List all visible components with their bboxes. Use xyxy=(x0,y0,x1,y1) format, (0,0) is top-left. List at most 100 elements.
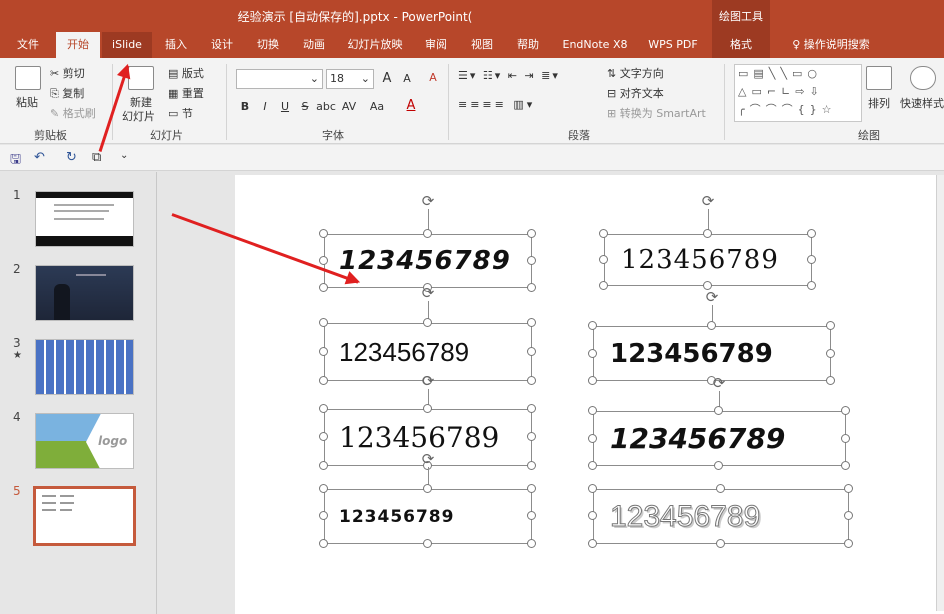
align-text-button[interactable]: ⊟ 对齐文本 xyxy=(607,85,664,101)
resize-handle[interactable] xyxy=(588,511,597,520)
resize-handle[interactable] xyxy=(319,432,328,441)
resize-handle[interactable] xyxy=(423,484,432,493)
text-box-content[interactable]: 123456789 xyxy=(605,235,811,285)
shadow-button[interactable]: abc xyxy=(314,100,338,113)
resize-handle[interactable] xyxy=(588,461,597,470)
tab-help[interactable]: 帮助 xyxy=(508,32,548,58)
arrange-button[interactable]: 排列 xyxy=(868,95,890,111)
tab-insert[interactable]: 插入 xyxy=(156,32,196,58)
text-box-content[interactable]: 123456789 xyxy=(594,490,848,543)
new-slide-dropdown[interactable]: 幻灯片 xyxy=(122,108,155,124)
change-case-button[interactable]: Aa xyxy=(366,100,388,113)
italic-button[interactable]: I xyxy=(256,100,274,113)
text-box[interactable]: 123456789 xyxy=(593,489,849,544)
resize-handle[interactable] xyxy=(841,461,850,470)
resize-handle[interactable] xyxy=(807,229,816,238)
paste-icon[interactable] xyxy=(15,66,41,90)
tab-file[interactable]: 文件 xyxy=(6,32,50,58)
chevron-down-icon[interactable]: ⌄ xyxy=(120,150,128,161)
resize-handle[interactable] xyxy=(423,404,432,413)
layout-button[interactable]: ▤ 版式 xyxy=(168,65,204,81)
shrink-font-button[interactable]: A xyxy=(398,72,416,85)
resize-handle[interactable] xyxy=(599,255,608,264)
font-name-combo[interactable]: ⌄ xyxy=(236,69,323,89)
resize-handle[interactable] xyxy=(707,321,716,330)
resize-handle[interactable] xyxy=(588,321,597,330)
quick-styles-button[interactable]: 快速样式 xyxy=(900,95,944,111)
resize-handle[interactable] xyxy=(319,229,328,238)
resize-handle[interactable] xyxy=(527,511,536,520)
resize-handle[interactable] xyxy=(527,461,536,470)
resize-handle[interactable] xyxy=(319,256,328,265)
resize-handle[interactable] xyxy=(527,404,536,413)
resize-handle[interactable] xyxy=(423,539,432,548)
resize-handle[interactable] xyxy=(588,434,597,443)
tab-slideshow[interactable]: 幻灯片放映 xyxy=(340,32,410,58)
font-color-button[interactable]: A xyxy=(402,98,420,113)
vertical-scrollbar[interactable] xyxy=(936,175,944,611)
resize-handle[interactable] xyxy=(527,256,536,265)
undo-icon[interactable]: ↶ xyxy=(34,150,45,165)
resize-handle[interactable] xyxy=(599,229,608,238)
rotate-handle-icon[interactable]: ⟳ xyxy=(420,285,436,301)
resize-handle[interactable] xyxy=(319,461,328,470)
resize-handle[interactable] xyxy=(319,318,328,327)
tab-format[interactable]: 格式 xyxy=(712,32,770,58)
resize-handle[interactable] xyxy=(841,406,850,415)
resize-handle[interactable] xyxy=(841,434,850,443)
slide-thumbnail-5[interactable] xyxy=(33,486,136,546)
tab-wps-pdf[interactable]: WPS PDF xyxy=(640,32,706,58)
resize-handle[interactable] xyxy=(826,376,835,385)
resize-handle[interactable] xyxy=(826,349,835,358)
smartart-button[interactable]: ⊞ 转换为 SmartArt xyxy=(607,105,706,121)
strikethrough-button[interactable]: S xyxy=(296,100,314,113)
paste-button[interactable]: 粘贴 xyxy=(16,94,38,110)
resize-handle[interactable] xyxy=(588,376,597,385)
resize-handle[interactable] xyxy=(807,255,816,264)
resize-handle[interactable] xyxy=(319,283,328,292)
rotate-handle-icon[interactable]: ⟳ xyxy=(420,451,436,467)
tab-home[interactable]: 开始 xyxy=(56,32,100,58)
slide-thumbnail-4[interactable]: logo xyxy=(35,413,134,469)
resize-handle[interactable] xyxy=(844,511,853,520)
text-direction-button[interactable]: ⇅ 文字方向 xyxy=(607,65,664,81)
rotate-handle-icon[interactable]: ⟳ xyxy=(711,375,727,391)
resize-handle[interactable] xyxy=(716,484,725,493)
section-button[interactable]: ▭ 节 xyxy=(168,105,193,121)
text-box-content[interactable]: 123456789 xyxy=(594,327,830,380)
resize-handle[interactable] xyxy=(319,539,328,548)
char-spacing-button[interactable]: AV xyxy=(338,100,360,113)
resize-handle[interactable] xyxy=(319,404,328,413)
resize-handle[interactable] xyxy=(319,376,328,385)
text-box-content[interactable]: 123456789 xyxy=(325,490,531,543)
underline-button[interactable]: U xyxy=(276,100,294,113)
quick-styles-icon[interactable] xyxy=(910,66,936,90)
resize-handle[interactable] xyxy=(703,229,712,238)
resize-handle[interactable] xyxy=(826,321,835,330)
tab-view[interactable]: 视图 xyxy=(462,32,502,58)
text-box[interactable]: 123456789 xyxy=(324,489,532,544)
resize-handle[interactable] xyxy=(714,461,723,470)
align-buttons[interactable]: ≡≡≡≡ ▥▾ xyxy=(458,98,535,111)
rotate-handle-icon[interactable]: ⟳ xyxy=(700,193,716,209)
cut-button[interactable]: ✂ 剪切 xyxy=(50,65,85,81)
text-box[interactable]: 123456789 xyxy=(604,234,812,286)
resize-handle[interactable] xyxy=(588,406,597,415)
font-size-combo[interactable]: 18 ⌄ xyxy=(326,69,374,89)
tab-animations[interactable]: 动画 xyxy=(294,32,334,58)
slide-thumbnail-3[interactable] xyxy=(35,339,134,395)
resize-handle[interactable] xyxy=(319,511,328,520)
resize-handle[interactable] xyxy=(844,539,853,548)
tab-endnote[interactable]: EndNote X8 xyxy=(556,32,634,58)
format-painter-button[interactable]: ✎ 格式刷 xyxy=(50,105,96,121)
resize-handle[interactable] xyxy=(527,318,536,327)
resize-handle[interactable] xyxy=(599,281,608,290)
grow-font-button[interactable]: A xyxy=(378,71,396,86)
resize-handle[interactable] xyxy=(588,484,597,493)
resize-handle[interactable] xyxy=(319,347,328,356)
list-buttons[interactable]: ☰▾ ☷▾ ⇤ ⇥ ≣▾ xyxy=(458,69,560,82)
rotate-handle-icon[interactable]: ⟳ xyxy=(420,193,436,209)
resize-handle[interactable] xyxy=(588,539,597,548)
tell-me-search[interactable]: ♀ 操作说明搜索 xyxy=(776,32,886,58)
resize-handle[interactable] xyxy=(527,347,536,356)
